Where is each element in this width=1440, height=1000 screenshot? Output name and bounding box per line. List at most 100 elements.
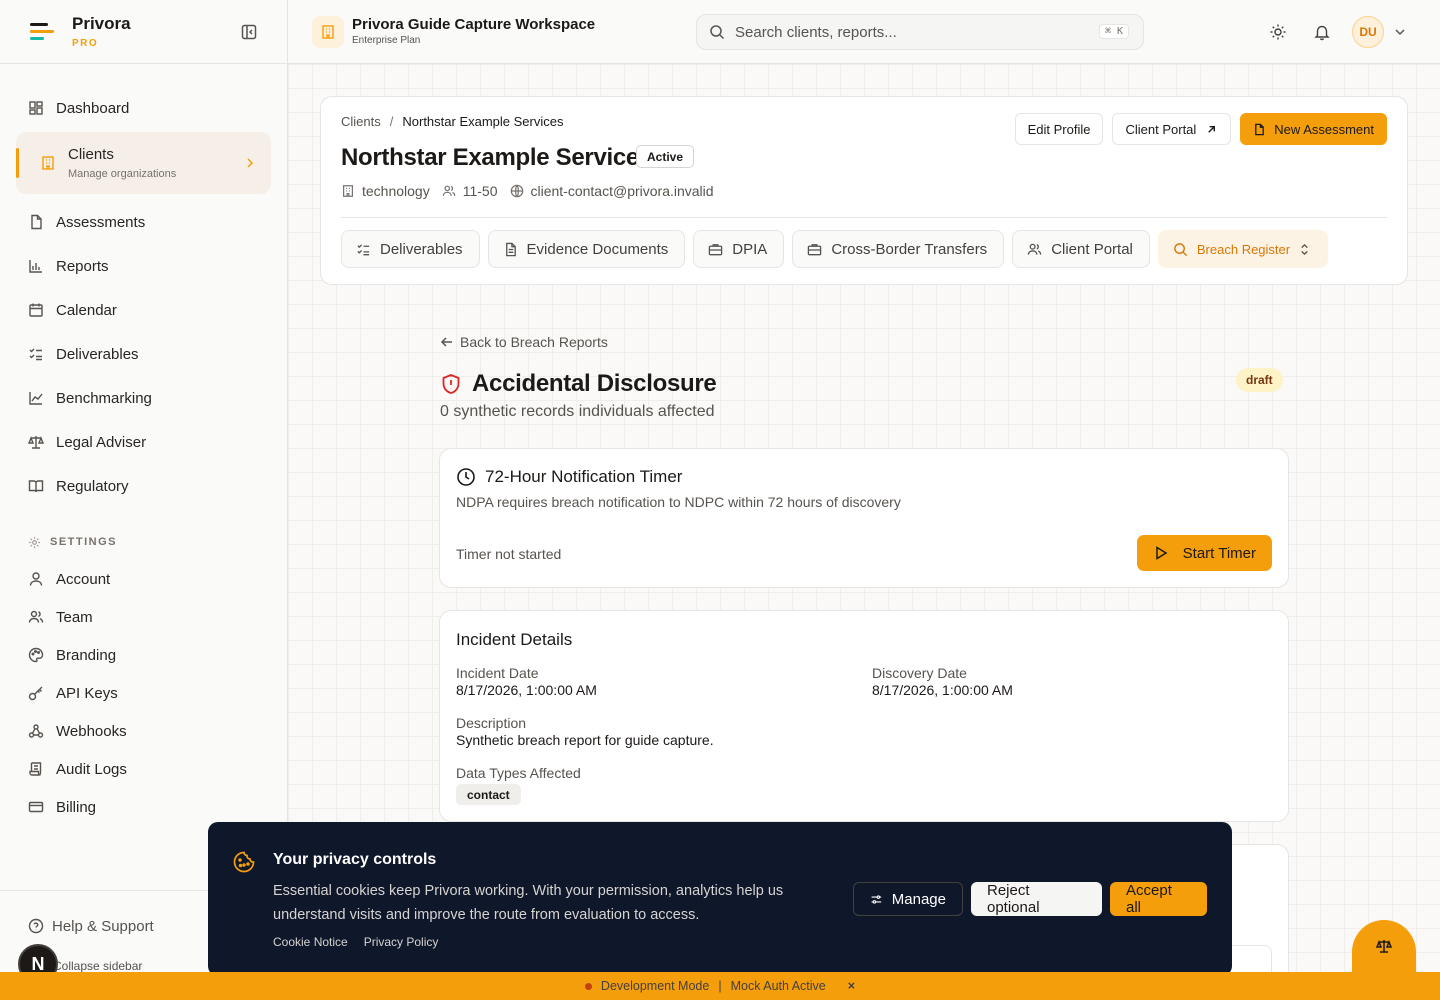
client-tabs: Deliverables Evidence Documents DPIA Cro… bbox=[341, 230, 1329, 268]
tab-client-portal[interactable]: Client Portal bbox=[1012, 230, 1150, 268]
sidebar-item-assessments[interactable]: Assessments bbox=[0, 200, 287, 244]
workspace-plan: Enterprise Plan bbox=[352, 35, 421, 46]
status-badge: Active bbox=[636, 145, 695, 168]
reject-optional-button[interactable]: Reject optional bbox=[971, 882, 1102, 916]
sidebar-item-regulatory[interactable]: Regulatory bbox=[0, 464, 287, 508]
timer-title: 72-Hour Notification Timer bbox=[485, 467, 683, 486]
sidebar-item-clients[interactable]: Clients Manage organizations bbox=[16, 132, 271, 194]
close-icon[interactable]: × bbox=[848, 979, 855, 993]
settings-item-account[interactable]: Account bbox=[0, 560, 287, 598]
dev-mode-bar: Development Mode | Mock Auth Active × bbox=[0, 972, 1440, 1000]
settings-item-billing[interactable]: Billing bbox=[0, 788, 287, 826]
cookie-title: Your privacy controls bbox=[273, 851, 437, 868]
settings-item-webhooks[interactable]: Webhooks bbox=[0, 712, 287, 750]
incident-details-card: Incident Details Incident Date 8/17/2026… bbox=[439, 610, 1289, 822]
description-label: Description bbox=[456, 715, 527, 731]
sidebar-item-reports[interactable]: Reports bbox=[0, 244, 287, 288]
client-industry-text: technology bbox=[362, 183, 430, 199]
sidebar-item-label: Reports bbox=[56, 257, 109, 275]
briefcase-icon bbox=[709, 243, 723, 255]
client-portal-label: Client Portal bbox=[1125, 121, 1197, 137]
data-types-label: Data Types Affected bbox=[456, 765, 581, 781]
settings-item-audit-logs[interactable]: Audit Logs bbox=[0, 750, 287, 788]
client-size-text: 11-50 bbox=[462, 183, 498, 199]
start-timer-button[interactable]: Start Timer bbox=[1136, 535, 1272, 571]
document-icon bbox=[31, 214, 42, 230]
sun-icon[interactable] bbox=[1269, 23, 1287, 41]
sidebar-toggle-icon[interactable] bbox=[240, 23, 258, 41]
edit-profile-button[interactable]: Edit Profile bbox=[1014, 113, 1104, 145]
settings-item-label: API Keys bbox=[56, 684, 118, 702]
settings-item-team[interactable]: Team bbox=[0, 598, 287, 636]
sidebar-item-label: Legal Adviser bbox=[56, 433, 147, 451]
chevron-right-icon bbox=[247, 158, 254, 168]
tab-evidence-documents[interactable]: Evidence Documents bbox=[487, 230, 686, 268]
back-to-breach-reports-link[interactable]: Back to Breach Reports bbox=[440, 334, 608, 350]
breadcrumb-clients[interactable]: Clients bbox=[341, 114, 381, 129]
timer-status: Timer not started bbox=[456, 546, 562, 562]
users-icon bbox=[28, 610, 44, 623]
checklist-icon bbox=[29, 348, 42, 361]
settings-item-api-keys[interactable]: API Keys bbox=[0, 674, 287, 712]
calendar-icon bbox=[29, 303, 43, 317]
breach-title: Accidental Disclosure bbox=[472, 370, 717, 397]
arrow-left-icon bbox=[440, 337, 452, 347]
timer-description: NDPA requires breach notification to NDP… bbox=[456, 494, 901, 510]
main-nav: Dashboard Clients Manage organizations A… bbox=[0, 64, 287, 508]
tab-label: Evidence Documents bbox=[526, 240, 669, 258]
sidebar-item-legal-adviser[interactable]: Legal Adviser bbox=[0, 420, 287, 464]
settings-item-branding[interactable]: Branding bbox=[0, 636, 287, 674]
sidebar-item-deliverables[interactable]: Deliverables bbox=[0, 332, 287, 376]
chevron-down-icon[interactable] bbox=[1392, 24, 1408, 40]
sidebar-item-label: Assessments bbox=[56, 213, 146, 231]
settings-heading-label: SETTINGS bbox=[50, 536, 118, 548]
settings-item-label: Account bbox=[56, 570, 111, 588]
dev-bar-separator: | bbox=[718, 979, 722, 993]
back-link-label: Back to Breach Reports bbox=[460, 334, 608, 350]
data-type-chip: contact bbox=[456, 784, 521, 805]
tab-cross-border-transfers[interactable]: Cross-Border Transfers bbox=[792, 230, 1005, 268]
accept-all-button[interactable]: Accept all bbox=[1110, 882, 1207, 916]
search-shortcut: ⌘ K bbox=[1098, 24, 1129, 39]
edit-profile-label: Edit Profile bbox=[1027, 121, 1091, 137]
brand-logo-icon bbox=[30, 22, 54, 40]
tab-dpia[interactable]: DPIA bbox=[693, 230, 785, 268]
tab-label: Breach Register bbox=[1196, 241, 1291, 257]
tab-deliverables[interactable]: Deliverables bbox=[341, 230, 480, 268]
cookie-links: Cookie Notice Privacy Policy bbox=[273, 935, 438, 949]
sidebar-item-benchmarking[interactable]: Benchmarking bbox=[0, 376, 287, 420]
sidebar-item-sublabel: Manage organizations bbox=[68, 168, 177, 180]
building-icon bbox=[343, 185, 353, 197]
client-portal-button[interactable]: Client Portal bbox=[1112, 113, 1232, 145]
workspace-icon bbox=[312, 16, 344, 48]
dashboard-icon bbox=[29, 101, 43, 115]
tab-label: DPIA bbox=[732, 240, 768, 258]
incident-date-label: Incident Date bbox=[456, 665, 539, 681]
sidebar-item-dashboard[interactable]: Dashboard bbox=[0, 86, 287, 130]
client-email: client-contact@privora.invalid bbox=[510, 183, 714, 199]
help-label: Help & Support bbox=[52, 917, 154, 935]
discovery-date-value: 8/17/2026, 1:00:00 AM bbox=[872, 682, 1013, 698]
notification-timer-card: 72-Hour Notification Timer NDPA requires… bbox=[439, 448, 1289, 588]
new-assessment-button[interactable]: New Assessment bbox=[1240, 113, 1387, 145]
privacy-policy-link[interactable]: Privacy Policy bbox=[364, 935, 439, 949]
search-input[interactable]: Search clients, reports... ⌘ K bbox=[696, 14, 1144, 50]
manage-cookies-button[interactable]: Manage bbox=[853, 882, 963, 916]
cookie-notice-link[interactable]: Cookie Notice bbox=[273, 935, 348, 949]
sidebar-item-label-group: Clients Manage organizations bbox=[68, 146, 176, 180]
breach-affected-count: 0 synthetic records individuals affected bbox=[440, 403, 715, 420]
tab-breach-register[interactable]: Breach Register bbox=[1157, 230, 1329, 268]
avatar[interactable]: DU bbox=[1352, 16, 1384, 48]
credit-card-icon bbox=[28, 801, 44, 813]
sidebar-item-label: Dashboard bbox=[56, 99, 130, 117]
sidebar-item-calendar[interactable]: Calendar bbox=[0, 288, 287, 332]
status-badge: draft bbox=[1236, 368, 1283, 392]
settings-item-label: Audit Logs bbox=[56, 760, 127, 778]
collapse-sidebar-button[interactable]: Collapse sidebar bbox=[53, 959, 142, 973]
tab-label: Client Portal bbox=[1051, 240, 1133, 258]
bell-icon[interactable] bbox=[1313, 23, 1331, 41]
scale-icon bbox=[1376, 939, 1392, 953]
dev-mode-label: Development Mode bbox=[600, 979, 710, 993]
document-icon bbox=[1255, 123, 1265, 135]
play-icon bbox=[1155, 546, 1168, 560]
